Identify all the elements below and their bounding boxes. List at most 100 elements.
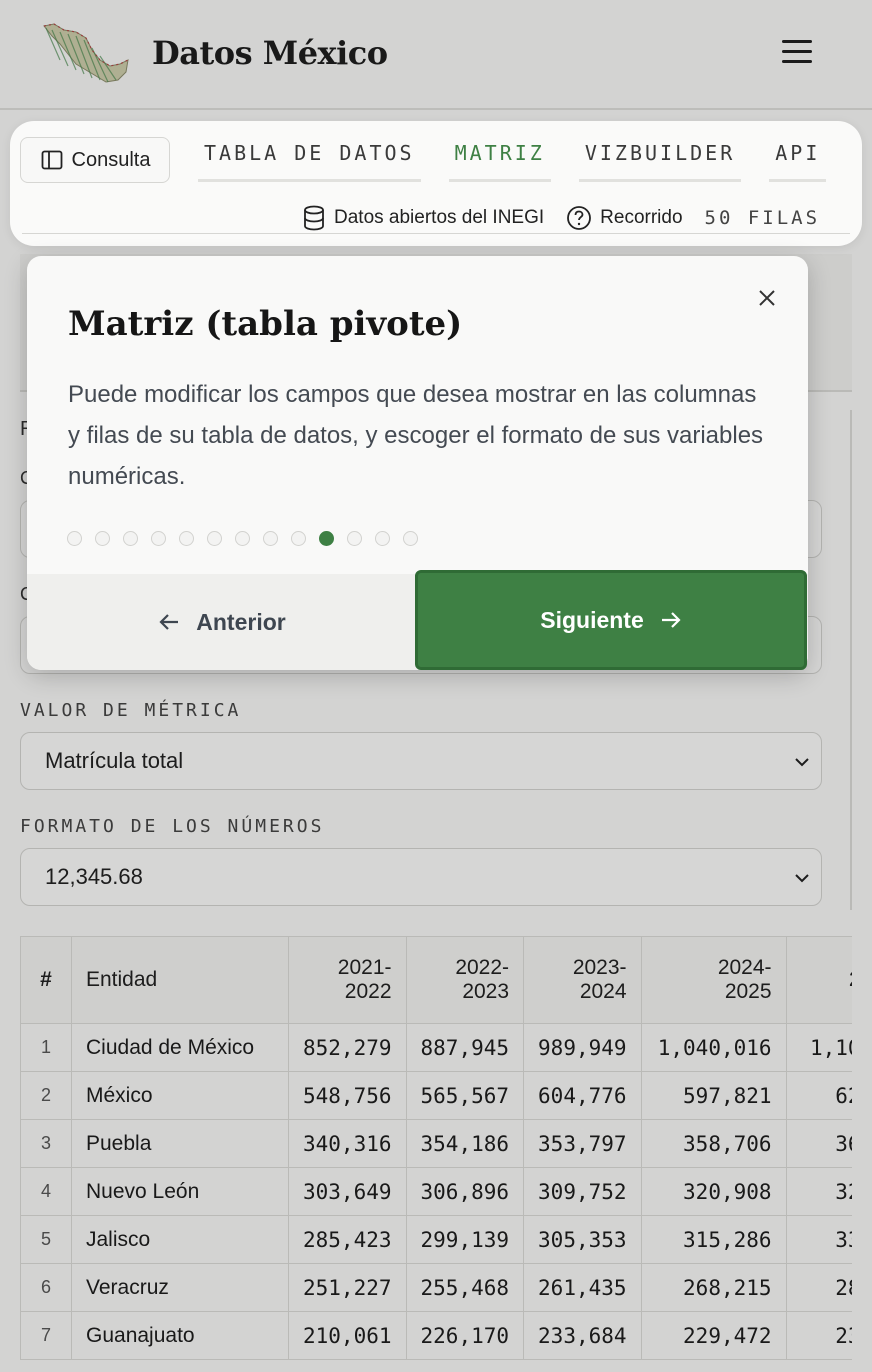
step-dot[interactable] (291, 531, 306, 546)
view-toolbar: Consulta TABLA DE DATOS MATRIZ VIZBUILDER A… (10, 121, 862, 246)
row-index: 1 (20, 1023, 72, 1072)
value-cell: 309,752 (523, 1167, 642, 1216)
metric-select-value: Matrícula total (45, 748, 184, 773)
entity-cell: Jalisco (71, 1215, 289, 1264)
value-cell: 36 (785, 1119, 852, 1168)
value-cell: 597,821 (640, 1071, 787, 1120)
tour-label: Recorrido (600, 207, 683, 228)
step-dot[interactable] (235, 531, 250, 546)
entity-cell: México (71, 1071, 289, 1120)
previous-label: Anterior (196, 608, 286, 635)
value-cell: 32 (785, 1167, 852, 1216)
step-dot[interactable] (67, 531, 82, 546)
table-row: 7 Guanajuato 210,061 226,170 233,684 229,472 2… (20, 1311, 852, 1360)
table-row: 5Jalisco285,423299,139305,353315,28633 (20, 1215, 852, 1264)
value-cell: 23 (785, 1311, 852, 1360)
help-circle-icon (567, 206, 592, 230)
step-dot[interactable] (347, 531, 362, 546)
value-cell: 285,423 (288, 1215, 407, 1264)
value-cell: 548,756 (288, 1071, 407, 1120)
arrow-right-icon (661, 612, 681, 628)
table-row: 4 Nuevo León 303,649 306,896 309,752 320,908 3… (20, 1167, 852, 1216)
step-dot[interactable] (95, 531, 110, 546)
consulta-button[interactable]: Consulta (20, 137, 170, 183)
value-cell: 229,472 (640, 1311, 787, 1360)
mexico-map-logo-icon[interactable] (40, 20, 132, 88)
step-dot[interactable] (179, 531, 194, 546)
step-dot[interactable] (151, 531, 166, 546)
metric-select[interactable]: Matrícula total (20, 732, 822, 790)
row-index: 3 (20, 1119, 72, 1168)
value-cell: 565,567 (405, 1071, 525, 1120)
value-cell: 305,353 (523, 1215, 642, 1264)
tour-button[interactable]: Recorrido (566, 205, 683, 231)
value-cell: 989,949 (523, 1023, 642, 1072)
value-cell: 340,316 (288, 1119, 407, 1168)
entity-cell: Veracruz (71, 1263, 289, 1312)
value-cell: 268,215 (640, 1263, 787, 1312)
value-cell: 255,468 (405, 1263, 525, 1312)
modal-title: Matriz (tabla pivote) (68, 304, 463, 344)
value-cell: 303,649 (288, 1167, 407, 1216)
column-header[interactable]: # (20, 936, 72, 1024)
arrow-left-icon (159, 614, 179, 630)
entity-cell: Ciudad de México (71, 1023, 289, 1072)
modal-description: Puede modificar los campos que desea mos… (68, 381, 764, 490)
tab-tabla-de-datos[interactable]: TABLA DE DATOS (198, 141, 421, 182)
value-cell: 320,908 (640, 1167, 787, 1216)
row-index: 7 (20, 1311, 72, 1360)
step-dot[interactable] (263, 531, 278, 546)
tab-vizbuilder[interactable]: VIZBUILDER (578, 141, 742, 182)
value-cell: 852,279 (288, 1023, 407, 1072)
column-header[interactable]: 2022- 2023 (405, 936, 525, 1024)
column-header[interactable]: 2024- 2025 (640, 936, 787, 1024)
value-cell: 358,706 (640, 1119, 787, 1168)
value-cell: 353,797 (523, 1119, 642, 1168)
value-cell: 33 (785, 1215, 852, 1264)
column-header[interactable]: 2 (785, 936, 852, 1024)
value-cell: 28 (785, 1263, 852, 1312)
next-button[interactable]: Siguiente (415, 570, 807, 670)
step-dot[interactable] (403, 531, 418, 546)
source-label: Datos abiertos del INEGI (334, 207, 545, 228)
entity-cell: Puebla (71, 1119, 289, 1168)
hamburger-menu-icon[interactable] (782, 40, 812, 70)
row-index: 5 (20, 1215, 72, 1264)
number-format-label: FORMATO DE LOS NÚMEROS (20, 816, 325, 837)
step-dot[interactable] (207, 531, 222, 546)
previous-button[interactable]: Anterior (27, 574, 417, 670)
value-cell: 62 (785, 1071, 852, 1120)
value-cell: 306,896 (405, 1167, 525, 1216)
metric-label: VALOR DE MÉTRICA (20, 700, 242, 721)
value-cell: 210,061 (288, 1311, 407, 1360)
table-viewport[interactable]: # Entidad 2021- 2022 2022- 2023 2023- 2024 20… (0, 930, 852, 1372)
value-cell: 1,040,016 (640, 1023, 787, 1072)
step-dot[interactable] (319, 531, 334, 546)
tab-api[interactable]: API (769, 141, 827, 182)
column-header[interactable]: 2023- 2024 (523, 936, 642, 1024)
consulta-label: Consulta (71, 148, 151, 171)
tour-modal: Matriz (tabla pivote) Puede modificar lo… (27, 256, 808, 670)
close-icon[interactable] (755, 286, 779, 310)
brand-title[interactable]: Datos México (152, 34, 388, 72)
view-tabs: TABLA DE DATOS MATRIZ VIZBUILDER API (198, 141, 827, 182)
value-cell: 354,186 (405, 1119, 525, 1168)
row-index: 6 (20, 1263, 72, 1312)
step-dot[interactable] (375, 531, 390, 546)
row-index: 2 (20, 1071, 72, 1120)
table-row: 3Puebla340,316354,186353,797358,70636 (20, 1119, 852, 1168)
column-header[interactable]: Entidad (71, 936, 289, 1024)
column-header[interactable]: 2021- 2022 (288, 936, 407, 1024)
number-format-select[interactable]: 12,345.68 (20, 848, 822, 906)
step-indicator (67, 531, 418, 546)
step-dot[interactable] (123, 531, 138, 546)
entity-cell: Nuevo León (71, 1167, 289, 1216)
chevron-down-icon (795, 758, 809, 767)
tab-matriz[interactable]: MATRIZ (448, 141, 551, 182)
table-row: 2México548,756565,567604,776597,82162 (20, 1071, 852, 1120)
scroll-divider (850, 410, 852, 910)
modal-footer: Anterior Siguiente (27, 570, 808, 670)
source-link[interactable]: Datos abiertos del INEGI (302, 205, 544, 231)
entity-cell: Guanajuato (71, 1311, 289, 1360)
database-icon (304, 205, 324, 231)
